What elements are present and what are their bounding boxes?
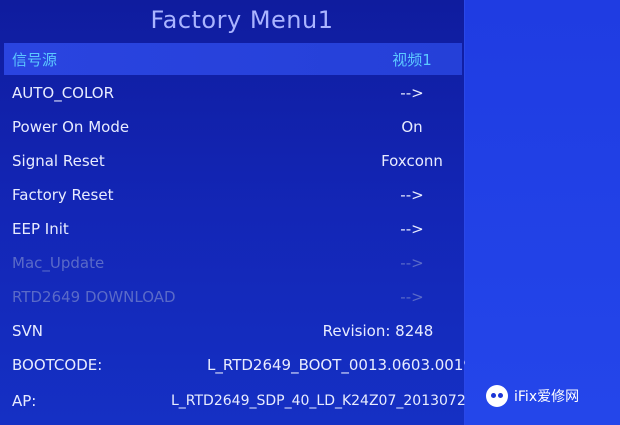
menu-item-label: 信号源 — [12, 50, 58, 69]
menu-item-label: RTD2649 DOWNLOAD — [12, 288, 176, 306]
info-label: SVN — [12, 322, 44, 340]
info-value: Revision: 8248 — [322, 322, 434, 340]
info-value: L_RTD2649_BOOT_0013.0603.0019 — [207, 356, 473, 374]
watermark-text: iFix爱修网 — [514, 389, 580, 405]
menu-item-auto-color[interactable]: AUTO_COLOR --> — [4, 77, 462, 109]
menu-item-label: Mac_Update — [12, 254, 105, 272]
menu-item-power-on-mode[interactable]: Power On Mode On — [4, 111, 462, 143]
menu-item-mac-update: Mac_Update --> — [4, 247, 462, 279]
menu-title: Factory Menu1 — [150, 6, 334, 34]
menu-item-factory-reset[interactable]: Factory Reset --> — [4, 179, 462, 211]
menu-item-label: Signal Reset — [12, 152, 105, 170]
info-row-ap: AP: L_RTD2649_SDP_40_LD_K24Z07_20130720_… — [4, 385, 522, 417]
menu-item-rtd2649-download: RTD2649 DOWNLOAD --> — [4, 281, 462, 313]
wechat-icon — [486, 385, 508, 407]
menu-item-label: EEP Init — [12, 220, 69, 238]
watermark: iFix爱修网 — [486, 385, 579, 407]
info-row-bootcode: BOOTCODE: L_RTD2649_BOOT_0013.0603.0019 — [4, 349, 473, 381]
factory-menu-panel: Factory Menu1 信号源 视频1 AUTO_COLOR --> Pow… — [0, 0, 522, 425]
menu-item-eep-init[interactable]: EEP Init --> — [4, 213, 462, 245]
menu-item-label: Power On Mode — [12, 118, 130, 136]
menu-item-signal-source[interactable]: 信号源 视频1 — [4, 43, 462, 75]
menu-item-label: AUTO_COLOR — [12, 84, 115, 102]
empty-screen-area — [465, 0, 620, 425]
menu-item-signal-reset[interactable]: Signal Reset Foxconn — [4, 145, 462, 177]
tv-screen: Factory Menu1 信号源 视频1 AUTO_COLOR --> Pow… — [0, 0, 620, 425]
info-row-svn: SVN Revision: 8248 — [4, 315, 462, 347]
info-label: BOOTCODE: — [12, 356, 103, 374]
menu-item-label: Factory Reset — [12, 186, 114, 204]
info-label: AP: — [12, 392, 37, 410]
info-value: L_RTD2649_SDP_40_LD_K24Z07_20130720_13:0… — [171, 393, 522, 409]
